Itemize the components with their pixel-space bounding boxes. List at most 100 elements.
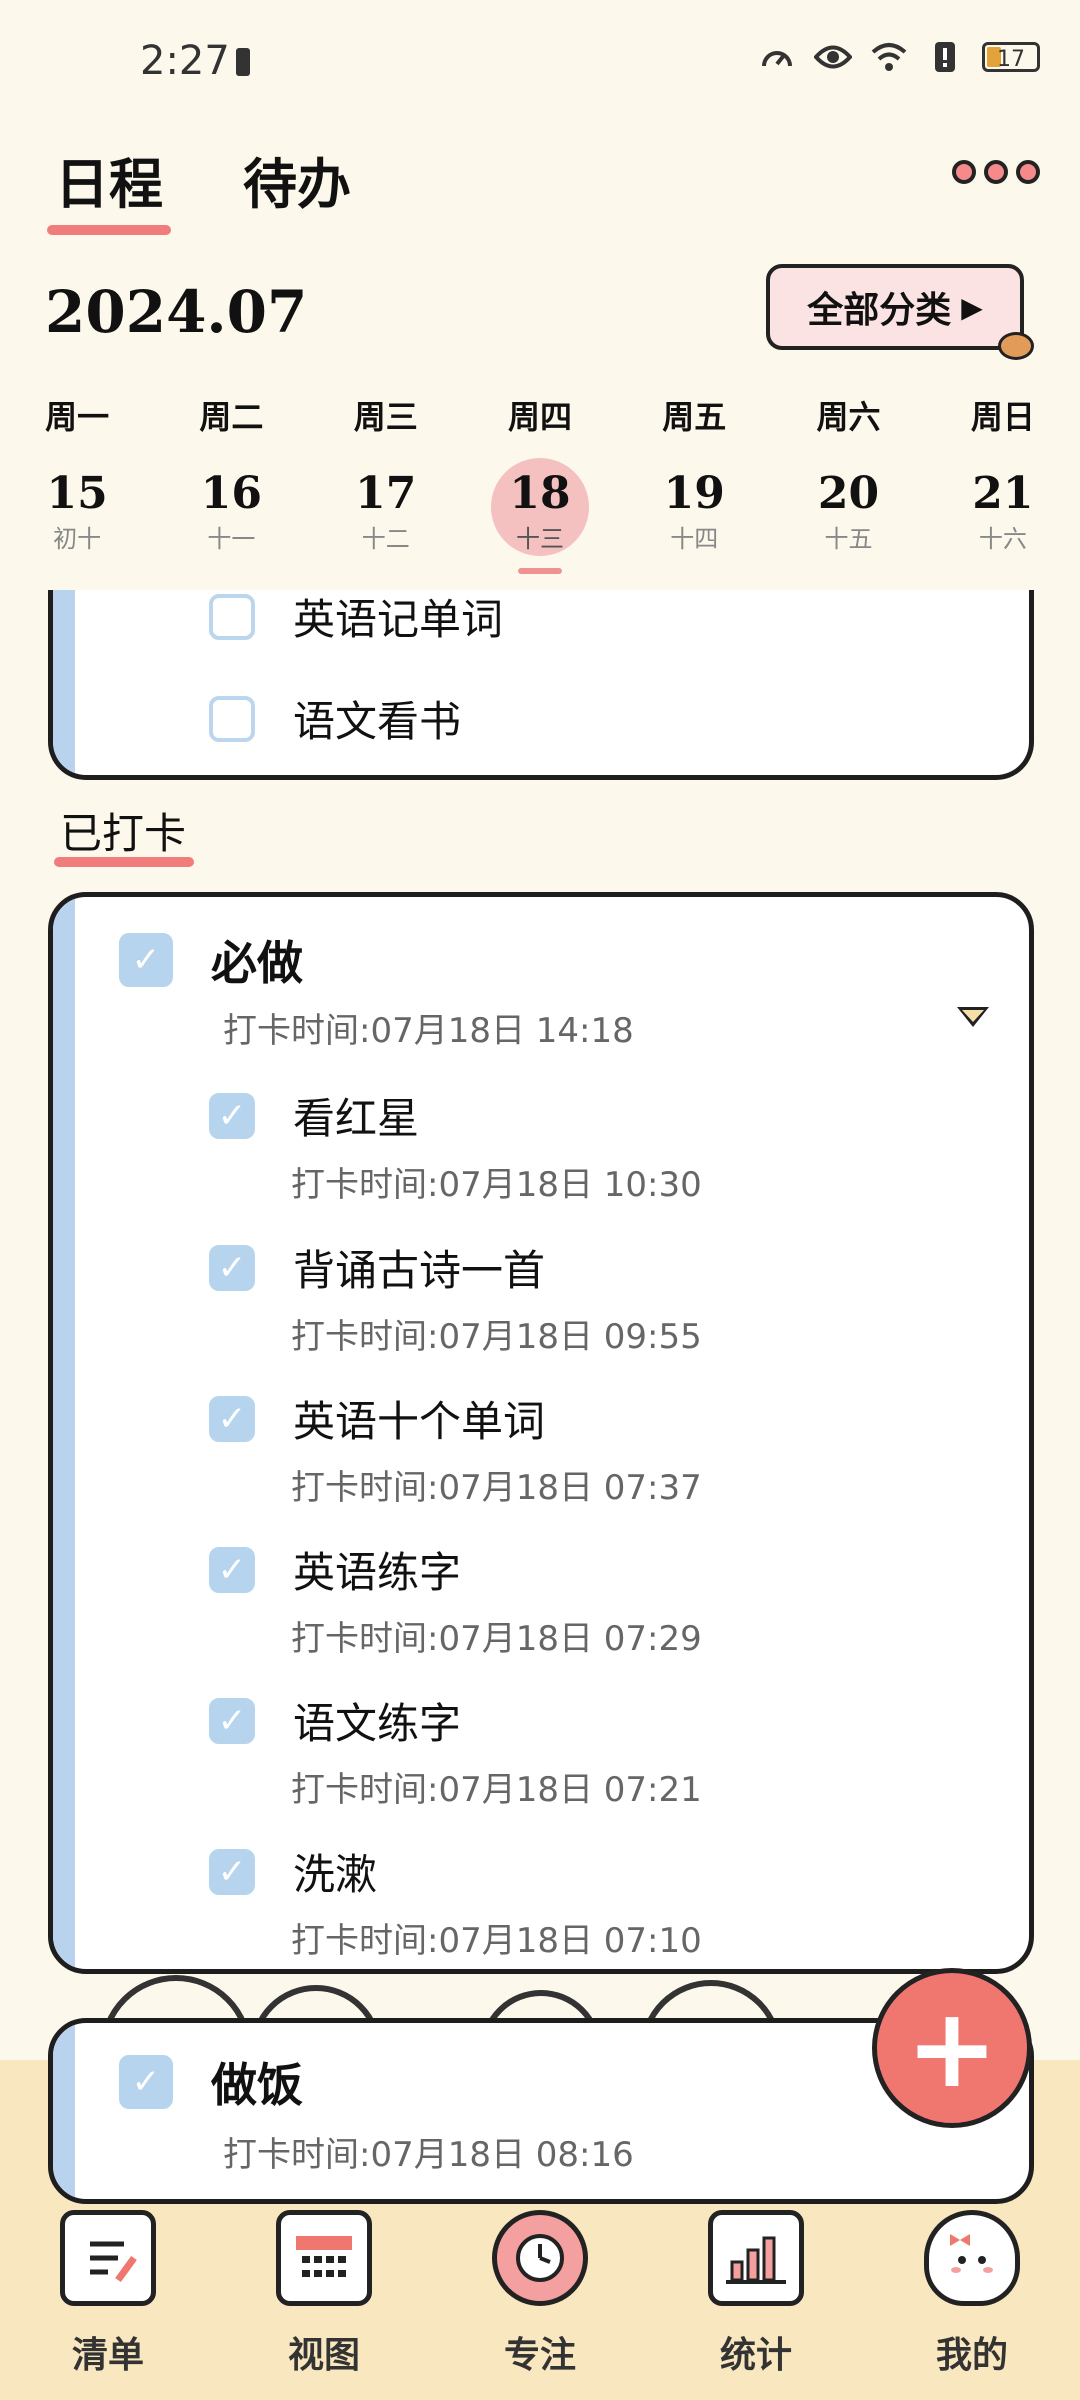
nav-label: 专注: [503, 2334, 576, 2376]
weekday-label: 周三: [353, 398, 418, 436]
header-tabs: 日程 待办: [47, 140, 351, 235]
lunar-date: 十一: [207, 525, 256, 553]
plus-icon: +: [905, 1984, 999, 2112]
group-name: 做饭: [211, 2058, 303, 2112]
task-item[interactable]: ✓ 背诵古诗一首: [209, 1237, 545, 1298]
task-name: 语文看书: [293, 697, 462, 746]
day-fri[interactable]: 周五 19 十四: [617, 392, 771, 554]
task-checkbox-checked[interactable]: ✓: [209, 1092, 255, 1139]
calendar-icon: [276, 2210, 372, 2306]
task-item[interactable]: 语文看书: [209, 688, 461, 749]
status-icons: 17: [758, 40, 1040, 74]
day-mon[interactable]: 周一 15 初十: [0, 392, 154, 554]
group-checkbox-checked[interactable]: ✓: [119, 2055, 173, 2109]
category-filter-label: 全部分类: [807, 289, 952, 331]
alarm-clock-icon: [492, 2210, 588, 2306]
bar-chart-icon: [708, 2210, 804, 2306]
nav-focus[interactable]: 专注: [432, 2210, 648, 2400]
task-name: 语文练字: [293, 1699, 462, 1748]
collapse-triangle-icon[interactable]: [957, 1007, 989, 1027]
weekday-label: 周六: [816, 398, 881, 436]
task-checkin-time: 打卡时间:07月18日 10:30: [291, 1165, 702, 1205]
weekday-label: 周四: [507, 398, 572, 436]
date-number: 16: [200, 468, 263, 519]
battery-icon: 17: [982, 42, 1040, 72]
day-wed[interactable]: 周三 17 十二: [309, 392, 463, 554]
lunar-date: 十三: [515, 525, 564, 553]
lunar-date: 十四: [670, 525, 719, 553]
category-filter-button[interactable]: 全部分类 ▶: [766, 264, 1034, 360]
task-checkbox[interactable]: [209, 695, 255, 742]
task-item[interactable]: ✓ 洗漱: [209, 1841, 377, 1902]
nav-list[interactable]: 清单: [0, 2210, 216, 2400]
task-item[interactable]: 英语记单词: [209, 590, 503, 647]
weekday-label: 周五: [662, 398, 727, 436]
weekday-label: 周日: [970, 398, 1035, 436]
task-group-card: ✓ 必做 打卡时间:07月18日 14:18 ✓ 看红星 打卡时间:07月18日…: [48, 892, 1034, 1974]
day-thu-selected[interactable]: 周四 18 十三: [463, 392, 617, 574]
selected-day-indicator: [517, 568, 562, 574]
wifi-icon: [870, 40, 908, 74]
task-checkbox-checked[interactable]: ✓: [209, 1546, 255, 1593]
lunar-date: 十六: [978, 525, 1027, 553]
task-item[interactable]: ✓ 语文练字: [209, 1690, 461, 1751]
task-checkin-time: 打卡时间:07月18日 07:37: [291, 1468, 702, 1508]
nav-label: 清单: [71, 2334, 144, 2376]
day-sun[interactable]: 周日 21 十六: [926, 392, 1080, 554]
task-checkbox-checked[interactable]: ✓: [209, 1395, 255, 1442]
task-checkin-time: 打卡时间:07月18日 09:55: [291, 1317, 702, 1357]
task-name: 英语记单词: [293, 595, 504, 644]
group-header[interactable]: ✓ 做饭: [119, 2049, 303, 2115]
checklist-icon: [60, 2210, 156, 2306]
date-number: 15: [46, 468, 108, 519]
task-checkbox-checked[interactable]: ✓: [209, 1244, 255, 1291]
alert-icon: [926, 40, 964, 74]
task-checkin-time: 打卡时间:07月18日 07:29: [291, 1619, 702, 1659]
nav-view[interactable]: 视图: [216, 2210, 432, 2400]
bottom-nav: 清单 视图 专注 统计 我的: [0, 2210, 1080, 2400]
month-label[interactable]: 2024.07: [45, 278, 307, 346]
group-name: 必做: [211, 936, 303, 990]
done-section-label: 已打卡: [53, 800, 195, 867]
day-tue[interactable]: 周二 16 十一: [154, 392, 308, 554]
more-dot-icon: [984, 160, 1008, 184]
tab-schedule[interactable]: 日程: [47, 140, 171, 235]
weekday-label: 周一: [45, 398, 110, 436]
more-dot-icon: [1016, 160, 1040, 184]
date-number: 19: [663, 468, 725, 519]
date-number: 17: [355, 468, 417, 519]
task-checkin-time: 打卡时间:07月18日 07:10: [291, 1921, 702, 1961]
group-checkbox-checked[interactable]: ✓: [119, 933, 173, 987]
nav-label: 视图: [287, 2334, 360, 2376]
task-name: 英语十个单词: [293, 1397, 546, 1446]
task-item[interactable]: ✓ 英语练字: [209, 1539, 461, 1600]
week-strip: 周一 15 初十 周二 16 十一 周三 17 十二 周四 18 十三 周五 1…: [0, 392, 1080, 574]
nav-me[interactable]: 我的: [864, 2210, 1080, 2400]
group-checkin-time: 打卡时间:07月18日 14:18: [223, 1011, 634, 1051]
nav-stats[interactable]: 统计: [648, 2210, 864, 2400]
status-time: 2:27: [140, 38, 230, 84]
task-checkbox-checked[interactable]: ✓: [209, 1697, 255, 1744]
task-item[interactable]: ✓ 英语十个单词: [209, 1388, 545, 1449]
task-checkbox[interactable]: [209, 593, 255, 640]
task-name: 看红星: [293, 1094, 420, 1143]
pending-task-card: 英语记单词 语文看书: [48, 590, 1034, 780]
eye-icon: [814, 40, 852, 74]
task-name: 洗漱: [293, 1850, 378, 1899]
task-item[interactable]: ✓ 看红星: [209, 1085, 419, 1146]
weekday-label: 周二: [199, 398, 264, 436]
status-bar: 2:27 17: [0, 0, 1080, 130]
group-header[interactable]: ✓ 必做: [119, 927, 303, 993]
add-task-button[interactable]: +: [872, 1968, 1032, 2128]
day-sat[interactable]: 周六 20 十五: [771, 392, 925, 554]
more-options-button[interactable]: [952, 160, 1040, 184]
date-number: 21: [972, 468, 1034, 519]
task-checkbox-checked[interactable]: ✓: [209, 1848, 255, 1895]
date-number: 18: [509, 468, 571, 519]
lunar-date: 初十: [53, 525, 102, 553]
bunny-avatar-icon: [924, 2210, 1020, 2306]
nav-label: 统计: [719, 2334, 792, 2376]
battery-saver-icon: [236, 48, 250, 76]
play-triangle-icon: ▶: [961, 290, 983, 324]
tab-todo[interactable]: 待办: [243, 140, 351, 219]
